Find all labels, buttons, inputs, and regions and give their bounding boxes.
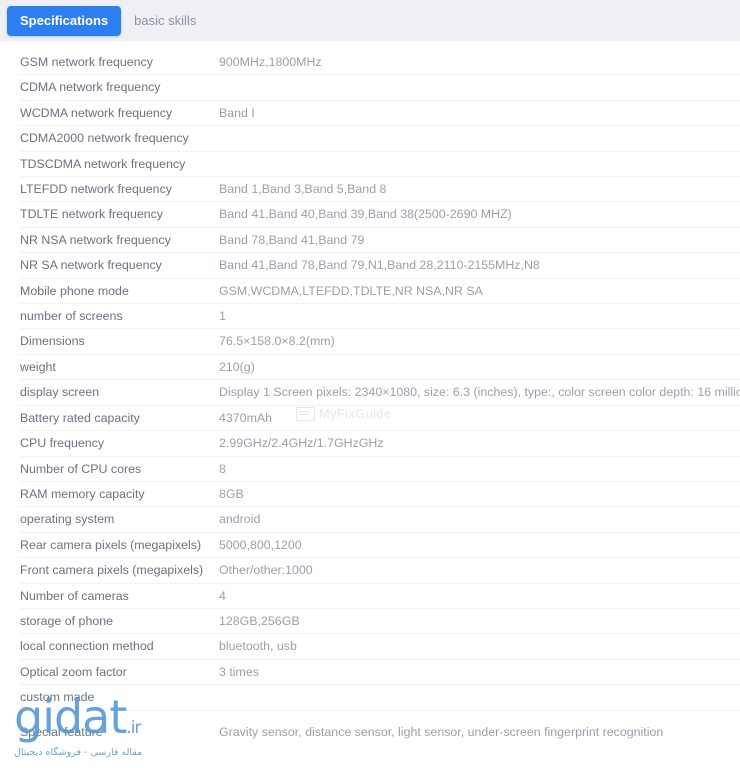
table-row: custom made <box>0 685 740 711</box>
spec-label: Battery rated capacity <box>20 410 140 425</box>
table-row: Front camera pixels (megapixels) Other/o… <box>0 558 740 584</box>
spec-value: Band 78,Band 41,Band 79 <box>219 232 365 247</box>
spec-label: operating system <box>20 512 115 527</box>
spec-value: 128GB,256GB <box>219 613 300 628</box>
spec-label: Number of CPU cores <box>20 461 142 476</box>
spec-label: custom made <box>20 690 95 705</box>
spec-value: Band 41,Band 78,Band 79,N1,Band 28,2110-… <box>219 258 540 273</box>
table-row: local connection method bluetooth, usb <box>0 634 740 661</box>
table-row: weight 210(g) <box>0 355 740 381</box>
table-row: Dimensions 76.5×158.0×8.2(mm) <box>0 329 740 356</box>
spec-value: 8GB <box>219 486 244 501</box>
table-row: storage of phone 128GB,256GB <box>0 609 740 635</box>
table-row: CDMA network frequency <box>0 75 740 102</box>
spec-label: CPU frequency <box>20 436 105 451</box>
spec-label: WCDMA network frequency <box>20 105 173 120</box>
spec-label: Number of cameras <box>20 588 129 603</box>
spec-value: GSM,WCDMA,LTEFDD,TDLTE,NR NSA,NR SA <box>219 283 483 298</box>
spec-label: display screen <box>20 385 100 400</box>
table-row: TDLTE network frequency Band 41,Band 40,… <box>0 202 740 229</box>
spec-value: bluetooth, usb <box>219 639 297 654</box>
spec-value: Band 1,Band 3,Band 5,Band 8 <box>219 182 387 197</box>
spec-label: GSM network frequency <box>20 55 153 69</box>
spec-label: TDLTE network frequency <box>20 207 164 222</box>
table-row: CDMA2000 network frequency <box>0 126 740 153</box>
table-row: Number of cameras 4 <box>0 584 740 610</box>
spec-label: TDSCDMA network frequency <box>20 156 186 171</box>
table-row: NR NSA network frequency Band 78,Band 41… <box>0 228 740 254</box>
table-row: number of screens 1 <box>0 304 740 330</box>
spec-value: Band 41,Band 40,Band 39,Band 38(2500-269… <box>219 207 512 222</box>
spec-value: 210(g) <box>219 359 255 374</box>
spec-label: CDMA network frequency <box>20 80 161 95</box>
spec-label: RAM memory capacity <box>20 486 145 501</box>
spec-label: Optical zoom factor <box>20 664 127 679</box>
spec-value: 4 <box>219 588 226 603</box>
table-row: display screen Display 1 Screen pixels: … <box>0 380 740 407</box>
spec-label: weight <box>20 359 56 374</box>
table-row: Battery rated capacity 4370mAh <box>0 406 740 432</box>
spec-label: NR SA network frequency <box>20 258 162 273</box>
spec-value: 5000,800,1200 <box>219 537 302 552</box>
spec-value: Band I <box>219 105 255 120</box>
table-row: Rear camera pixels (megapixels) 5000,800… <box>0 533 740 559</box>
table-row: LTEFDD network frequency Band 1,Band 3,B… <box>0 177 740 203</box>
spec-value: 1 <box>219 309 226 324</box>
spec-value: Other/other:1000 <box>219 563 313 578</box>
table-row: Special feature Gravity sensor, distance… <box>0 711 740 753</box>
spec-label: NR NSA network frequency <box>20 232 171 247</box>
table-row: Mobile phone mode GSM,WCDMA,LTEFDD,TDLTE… <box>0 279 740 305</box>
spec-value: Gravity sensor, distance sensor, light s… <box>219 724 664 739</box>
table-row: Number of CPU cores 8 <box>0 457 740 483</box>
spec-value: 900MHz,1800MHz <box>219 55 322 69</box>
spec-value: 4370mAh <box>219 410 273 425</box>
spec-label: Rear camera pixels (megapixels) <box>20 537 202 552</box>
table-row: RAM memory capacity 8GB <box>0 482 740 508</box>
spec-value: 3 times <box>219 664 259 679</box>
spec-value: 8 <box>219 461 226 476</box>
spec-value: android <box>219 512 261 527</box>
spec-label: Front camera pixels (megapixels) <box>20 563 204 578</box>
spec-label: LTEFDD network frequency <box>20 182 172 197</box>
spec-value: Display 1 Screen pixels: 2340×1080, size… <box>219 385 740 400</box>
tab-basic-skills[interactable]: basic skills <box>121 6 209 36</box>
table-row: TDSCDMA network frequency <box>0 152 740 178</box>
spec-label: Mobile phone mode <box>20 283 129 298</box>
table-row: GSM network frequency 900MHz,1800MHz <box>0 50 740 76</box>
table-row: Optical zoom factor 3 times <box>0 660 740 686</box>
table-row: WCDMA network frequency Band I <box>0 101 740 127</box>
spec-value: 2.99GHz/2.4GHz/1.7GHzGHz <box>219 436 384 451</box>
spec-label: storage of phone <box>20 613 114 628</box>
table-row: operating system android <box>0 507 740 534</box>
tab-bar: Specifications basic skills <box>0 0 740 41</box>
table-row: NR SA network frequency Band 41,Band 78,… <box>0 253 740 280</box>
table-row: CPU frequency 2.99GHz/2.4GHz/1.7GHzGHz <box>0 431 740 457</box>
spec-label: Dimensions <box>20 334 85 349</box>
spec-label: local connection method <box>20 639 154 654</box>
spec-value: 76.5×158.0×8.2(mm) <box>219 334 335 349</box>
tab-specifications[interactable]: Specifications <box>7 5 122 36</box>
spec-label: number of screens <box>20 309 123 324</box>
spec-label: CDMA2000 network frequency <box>20 131 189 146</box>
spec-label: Special feature <box>20 724 103 739</box>
specifications-table: GSM network frequency 900MHz,1800MHz CDM… <box>0 41 740 753</box>
